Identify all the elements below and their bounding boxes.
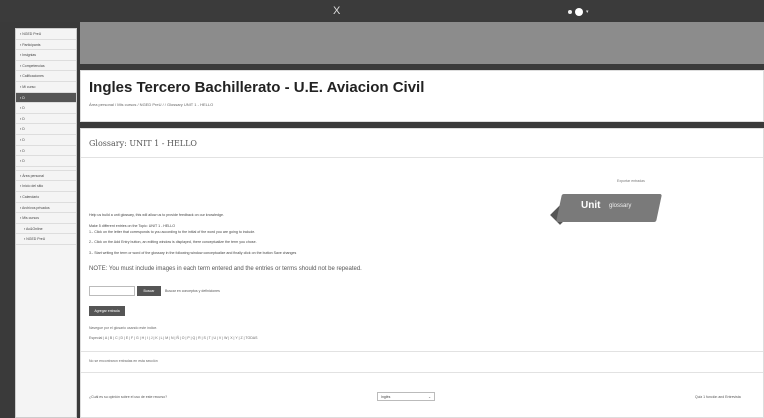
sidebar-item-label: Archivos privados [22,205,50,210]
alphabet-index[interactable]: Especial | A | B | C | D | E | F | G | H… [89,336,257,340]
close-icon[interactable]: X [333,5,340,17]
note-text: NOTE: You must include images in each te… [89,266,362,272]
sidebar-item-label: Mi curso [22,84,36,89]
search-button[interactable]: Buscar [137,286,161,296]
sidebar-item[interactable]: ▪ Insignias [16,50,76,61]
sidebar-item-label: D [22,127,25,132]
instruction-step-2: 2.- Click on the Add Entry button, an ed… [89,240,257,244]
sidebar-item-label: Inicio del sitio [22,184,44,189]
instruction-heading: Make 5 different entries on the Topic: U… [89,224,176,228]
nav-drawer: ▪ NGED PreU ▪ Participants ▪ Insignias ▪ Co… [15,28,77,418]
chevron-down-icon: ⌄ [428,395,431,399]
language-select[interactable]: Inglés ⌄ [377,392,435,401]
instruction-step-1: 1.- Click on the letter that corresponds… [89,230,256,234]
user-menu[interactable]: ▾ [568,8,589,16]
add-entry-button[interactable]: Agregar entrada [89,306,125,316]
sidebar-item-label: D [22,148,25,153]
sidebar-item[interactable]: ▪ Archivos privados [16,203,76,214]
sidebar-item[interactable]: ▪ Calificaciones [16,71,76,82]
chevron-down-icon[interactable]: ▾ [586,9,589,15]
glossary-content: Glossary: UNIT 1 - HELLO Exportar entrad… [80,128,764,418]
sidebar-item-label: D [22,137,25,142]
instruction-step-3: 3.- Start writing the term or word of th… [89,251,297,255]
sidebar-item-label: D [22,95,25,100]
badge-unit-text: Unit [581,200,601,211]
sidebar-item[interactable]: ▪ NGED PreU [16,234,76,245]
sidebar-item[interactable]: ▪ D [16,156,76,167]
sidebar-item-label: D [22,106,25,111]
next-activity-link[interactable]: Quiz 1 función and Entrevista [695,395,741,399]
sidebar-item-label: D [22,159,25,164]
sidebar-item[interactable]: ▪ D [16,146,76,157]
sidebar-item[interactable]: ▪ Calendario [16,192,76,203]
footer-question: ¿Cuál es su opinión sobre el uso de este… [89,395,168,399]
unit-glossary-badge: Unit glossary [550,186,662,230]
sidebar-item[interactable]: ▪ Mis cursos [16,213,76,224]
sidebar-item-label: Calificaciones [22,74,44,79]
badge-word-text: glossary [609,203,632,209]
browse-hint: Navegue por el glosario usando este índi… [89,326,158,330]
sidebar-item-label: NGED PreU [22,32,42,36]
page-header: Ingles Tercero Bachillerato - U.E. Aviac… [80,70,764,122]
avatar[interactable] [575,8,583,16]
divider [81,372,763,373]
breadcrumb[interactable]: Área personal / Mis cursos / NGED PreU /… [89,102,213,107]
sidebar-item[interactable]: ▪ Competencias [16,61,76,72]
sidebar-item-label: Calendario [22,194,40,199]
sidebar-item-label: Insignias [22,53,37,58]
bell-icon[interactable] [568,10,572,14]
sidebar-item[interactable]: ▪ Ac&Online [16,224,76,235]
sidebar-item[interactable]: ▪ D [16,124,76,135]
intro-text: Help us build a unit glossary, this will… [89,213,224,217]
glossary-title: Glossary: UNIT 1 - HELLO [89,139,197,148]
search-definitions-checkbox[interactable]: Buscar en conceptos y definiciones [165,289,220,293]
search-input[interactable] [89,286,135,296]
export-entries-link[interactable]: Exportar entradas [617,179,645,183]
sidebar-item[interactable]: ▪ D [16,135,76,146]
sidebar-item-label: Área personal [22,173,45,178]
sidebar-item-label: Participants [22,42,41,47]
sidebar-item-label: D [22,116,25,121]
sidebar-item[interactable]: ▪ Área personal [16,171,76,182]
sidebar-item[interactable]: ▪ D [16,103,76,114]
header-banner [80,22,764,64]
empty-message: No se encontraron entradas en esta secci… [89,359,158,363]
sidebar-item[interactable]: ▪ Participants [16,40,76,51]
sidebar-item-label: Competencias [22,63,45,68]
sidebar-item-label: Ac&Online [26,226,43,231]
sidebar-item[interactable]: ▪ D [16,92,76,104]
page-title: Ingles Tercero Bachillerato - U.E. Aviac… [89,79,425,96]
top-navbar: X ▾ [0,0,764,22]
sidebar-item-label: NGED PreU [26,237,46,242]
divider [81,157,763,158]
sidebar-item[interactable]: ▪ Mi curso [16,82,76,93]
sidebar-item[interactable]: ▪ NGED PreU [16,29,76,40]
divider [81,351,763,352]
sidebar-item[interactable]: ▪ Inicio del sitio [16,181,76,192]
sidebar-item-label: Mis cursos [22,216,39,221]
language-select-value: Inglés [381,395,391,399]
sidebar-item[interactable]: ▪ D [16,114,76,125]
